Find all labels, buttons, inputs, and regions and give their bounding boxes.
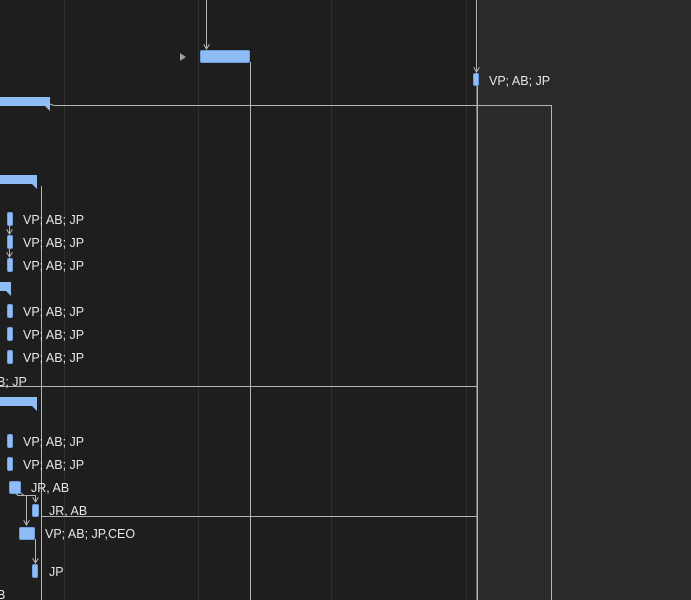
task-bar[interactable] bbox=[200, 50, 250, 63]
task-bar[interactable] bbox=[473, 73, 479, 86]
task-resource-label: VP; AB; JP,CEO bbox=[45, 527, 136, 541]
summary-bar[interactable] bbox=[0, 282, 11, 296]
gantt-timeline[interactable]: VP; AB; JP VP; AB; JP VP; AB; JP VP; AB;… bbox=[0, 0, 691, 600]
task-resource-label: VP; AB; JP bbox=[23, 351, 85, 365]
expand-arrow-icon[interactable] bbox=[180, 53, 186, 61]
summary-bar[interactable] bbox=[0, 97, 50, 111]
task-resource-label: JP bbox=[49, 565, 64, 579]
task-bar[interactable] bbox=[7, 457, 13, 471]
task-resource-label: VP; AB; JP bbox=[23, 305, 85, 319]
task-bar[interactable] bbox=[7, 327, 13, 341]
today-line bbox=[476, 0, 477, 600]
grid-line bbox=[331, 0, 332, 600]
task-resource-label: VP; AB; JP bbox=[23, 435, 85, 449]
task-resource-label: VP; AB; JP bbox=[23, 458, 85, 472]
task-resource-label: JR, AB bbox=[31, 481, 70, 495]
task-bar[interactable] bbox=[7, 235, 13, 249]
task-bar[interactable] bbox=[32, 504, 39, 517]
task-resource-label: VP; AB; JP bbox=[23, 259, 85, 273]
task-resource-label: VP; AB; JP bbox=[23, 328, 85, 342]
grid-line bbox=[198, 0, 199, 600]
weekend-band bbox=[478, 0, 691, 600]
task-resource-label: JR, AB bbox=[49, 504, 88, 518]
grid-line bbox=[602, 0, 603, 600]
grid-line bbox=[466, 0, 467, 600]
task-resource-label: VP; AB; JP bbox=[23, 236, 85, 250]
task-bar[interactable] bbox=[7, 350, 13, 364]
task-resource-label: B; JP bbox=[0, 375, 27, 389]
task-bar[interactable] bbox=[7, 212, 13, 226]
task-resource-label: VP; AB; JP bbox=[489, 74, 551, 88]
task-bar[interactable] bbox=[7, 258, 13, 272]
summary-bar[interactable] bbox=[0, 397, 37, 411]
summary-bar[interactable] bbox=[0, 175, 37, 189]
task-resource-label: B bbox=[0, 588, 6, 600]
task-bar[interactable] bbox=[7, 434, 13, 448]
task-bar[interactable] bbox=[7, 304, 13, 318]
task-bar[interactable] bbox=[19, 527, 35, 540]
task-bar[interactable] bbox=[9, 481, 21, 494]
task-resource-label: VP; AB; JP bbox=[23, 213, 85, 227]
task-bar[interactable] bbox=[32, 564, 38, 578]
